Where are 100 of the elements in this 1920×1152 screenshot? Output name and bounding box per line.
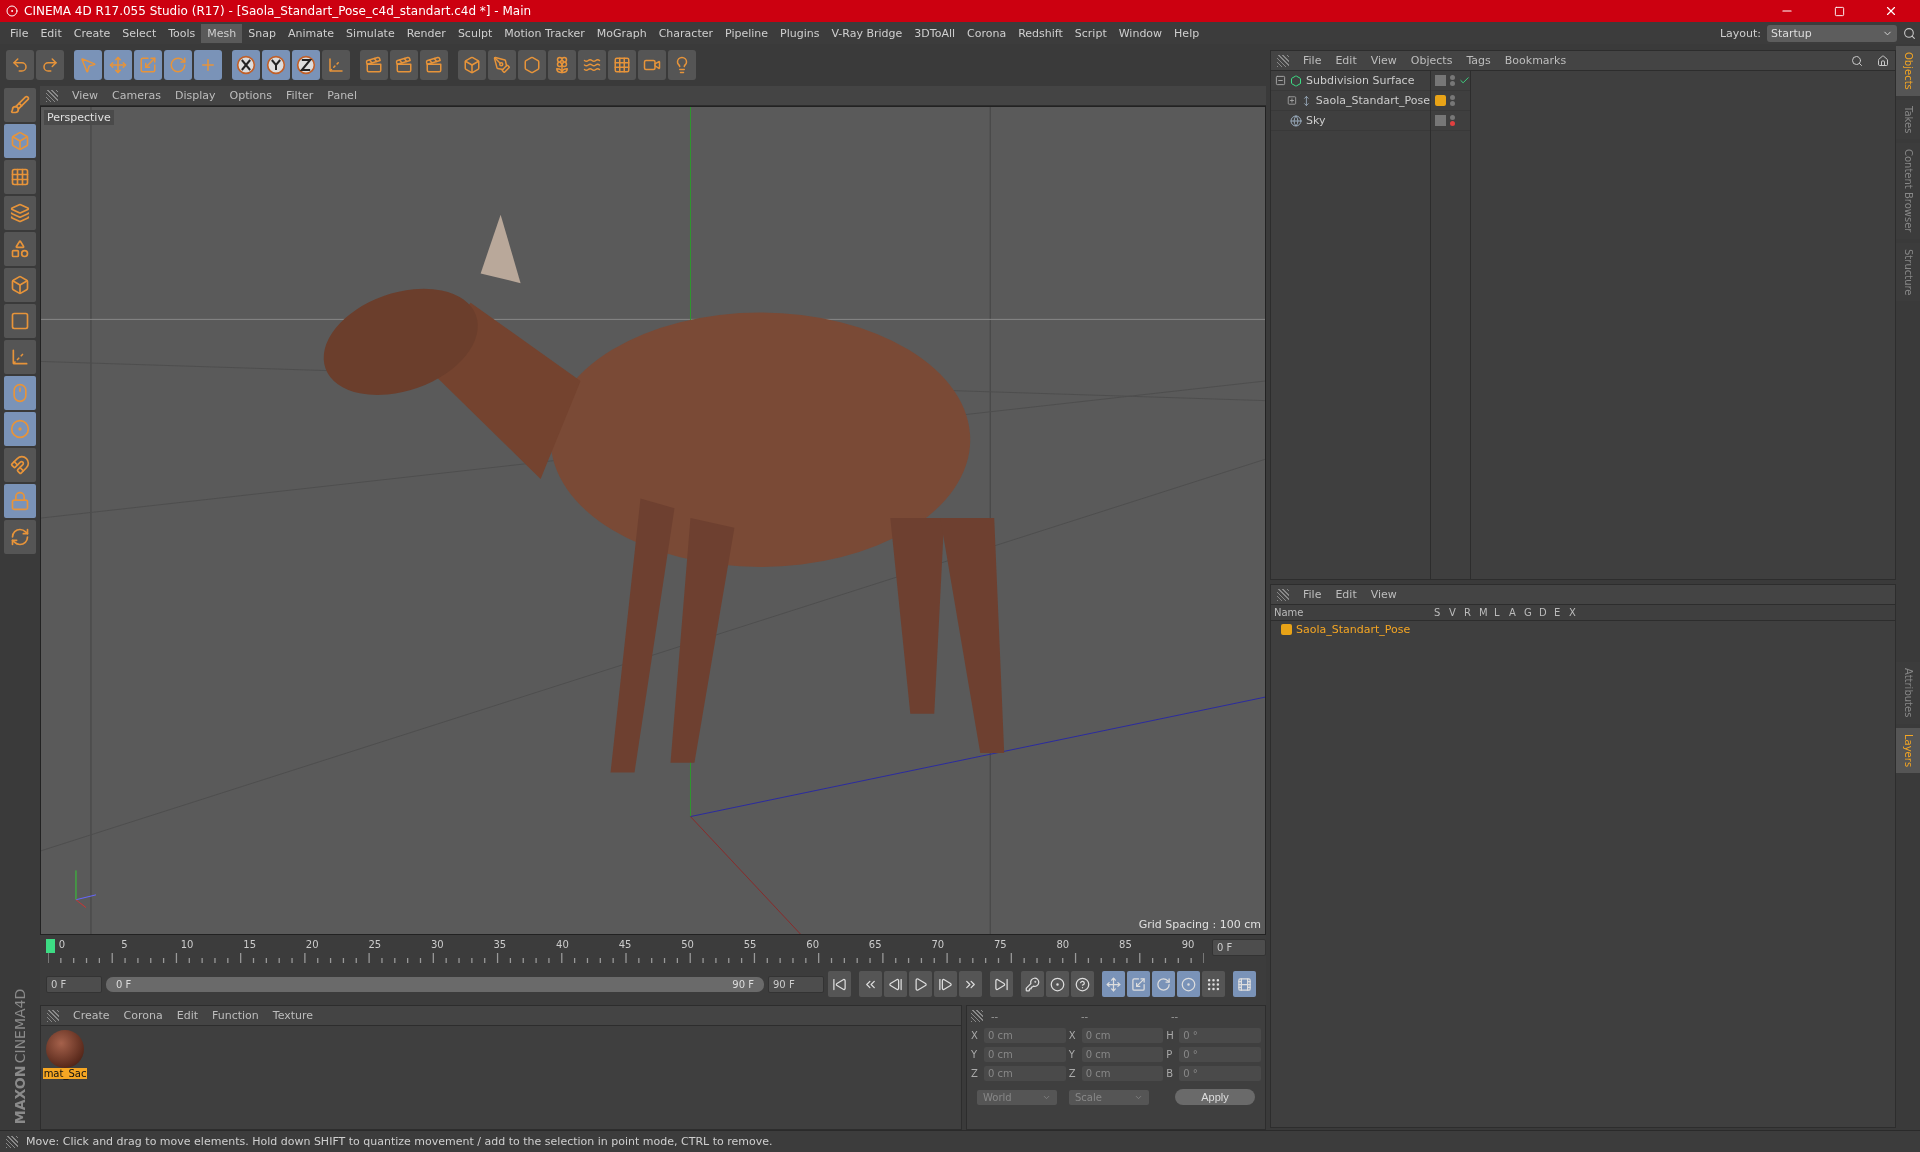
grip-icon[interactable]: [47, 1009, 59, 1022]
mode-button[interactable]: [4, 520, 36, 554]
render-dot[interactable]: [1450, 81, 1455, 86]
material-swatch[interactable]: [46, 1030, 84, 1068]
grip-icon[interactable]: [1277, 588, 1289, 601]
menu-item[interactable]: Pipeline: [719, 23, 775, 43]
grip-icon[interactable]: [971, 1010, 983, 1022]
column-header[interactable]: S: [1431, 607, 1446, 618]
menu-item[interactable]: MoGraph: [590, 23, 653, 43]
layer-menu-item[interactable]: Edit: [1335, 588, 1357, 601]
column-header[interactable]: M: [1476, 607, 1491, 618]
expand-icon[interactable]: [1287, 95, 1297, 106]
visibility-dot[interactable]: [1450, 95, 1455, 100]
visibility-dot[interactable]: [1450, 75, 1455, 80]
menu-item[interactable]: Create: [67, 23, 117, 43]
search-icon[interactable]: [1851, 54, 1863, 67]
playback-button[interactable]: [909, 971, 932, 997]
playback-button[interactable]: [1233, 971, 1256, 997]
menu-item[interactable]: Corona: [961, 23, 1013, 43]
collapse-icon[interactable]: [1275, 75, 1286, 86]
menu-item[interactable]: Redshift: [1012, 23, 1069, 43]
column-header[interactable]: V: [1446, 607, 1461, 618]
check-icon[interactable]: [1459, 75, 1470, 86]
object-menu-item[interactable]: Edit: [1335, 54, 1357, 67]
object-name[interactable]: Saola_Standart_Pose: [1315, 94, 1430, 107]
column-header[interactable]: G: [1521, 607, 1536, 618]
end-frame-field[interactable]: 90 F: [768, 975, 824, 993]
visibility-dot[interactable]: [1450, 115, 1455, 120]
toolbar-button[interactable]: [232, 50, 260, 80]
apply-button[interactable]: Apply: [1175, 1089, 1255, 1105]
grip-icon[interactable]: [46, 89, 58, 102]
viewport[interactable]: Perspective Grid Spacing : 100 cm: [40, 106, 1266, 935]
menu-item[interactable]: Script: [1068, 23, 1113, 43]
side-tab[interactable]: Objects: [1896, 46, 1920, 96]
object-menu-item[interactable]: View: [1370, 54, 1397, 67]
render-dot[interactable]: [1450, 121, 1455, 126]
menu-item[interactable]: Help: [1168, 23, 1206, 43]
menu-item[interactable]: Character: [652, 23, 719, 43]
layer-swatch[interactable]: [1435, 95, 1446, 106]
material-menu-item[interactable]: Texture: [272, 1009, 314, 1022]
object-menu-item[interactable]: Bookmarks: [1504, 54, 1567, 67]
material-menu-item[interactable]: Function: [212, 1009, 259, 1022]
layout-dropdown[interactable]: Startup: [1767, 24, 1897, 42]
material-name[interactable]: mat_Sac: [42, 1068, 88, 1079]
material-menu-item[interactable]: Edit: [176, 1009, 198, 1022]
playback-button[interactable]: [959, 971, 982, 997]
playback-button[interactable]: [1102, 971, 1125, 997]
start-frame-field[interactable]: 0 F: [46, 975, 102, 993]
object-menu-item[interactable]: File: [1303, 54, 1322, 67]
grip-icon[interactable]: [1277, 54, 1289, 67]
playback-button[interactable]: [1046, 971, 1069, 997]
column-header[interactable]: L: [1491, 607, 1506, 618]
object-menu-item[interactable]: Objects: [1410, 54, 1453, 67]
viewport-menu-item[interactable]: Display: [175, 89, 216, 102]
column-header[interactable]: D: [1536, 607, 1551, 618]
menu-item[interactable]: Render: [400, 23, 452, 43]
render-dot[interactable]: [1450, 101, 1455, 106]
viewport-menu-item[interactable]: Filter: [286, 89, 314, 102]
playback-button[interactable]: [1021, 971, 1044, 997]
timeline-ruler[interactable]: 0 5 10 15 20 25 30 35 40 45 50 55 60 65 70 75 80 85 90: [48, 939, 1204, 963]
mode-button[interactable]: [4, 448, 36, 482]
playback-button[interactable]: [884, 971, 907, 997]
column-header[interactable]: Name: [1271, 607, 1431, 618]
menu-item[interactable]: Simulate: [340, 23, 401, 43]
layer-name[interactable]: Saola_Standart_Pose: [1296, 622, 1411, 636]
playback-button[interactable]: [828, 971, 851, 997]
column-header[interactable]: E: [1551, 607, 1566, 618]
material-menu-item[interactable]: Create: [73, 1009, 110, 1022]
menu-item[interactable]: Plugins: [774, 23, 826, 43]
search-icon[interactable]: [1903, 26, 1916, 40]
viewport-menu-item[interactable]: Panel: [327, 89, 357, 102]
object-menu-item[interactable]: Tags: [1466, 54, 1491, 67]
playback-button[interactable]: [1071, 971, 1094, 997]
playback-button[interactable]: [1202, 971, 1225, 997]
layer-menu-item[interactable]: View: [1370, 588, 1397, 601]
mode-button[interactable]: [4, 88, 36, 122]
mode-button[interactable]: [4, 232, 36, 266]
menu-item[interactable]: Edit: [34, 23, 68, 43]
mode-button[interactable]: [4, 268, 36, 302]
menu-item[interactable]: V-Ray Bridge: [825, 23, 909, 43]
column-header[interactable]: X: [1566, 607, 1581, 618]
menu-item[interactable]: Snap: [242, 23, 282, 43]
playback-button[interactable]: [859, 971, 882, 997]
side-tab[interactable]: Layers: [1896, 727, 1920, 773]
menu-item[interactable]: File: [4, 23, 35, 43]
menu-item[interactable]: Motion Tracker: [498, 23, 591, 43]
viewport-menu-item[interactable]: Options: [229, 89, 272, 102]
playback-button[interactable]: [990, 971, 1013, 997]
menu-item[interactable]: Mesh: [201, 23, 243, 43]
toolbar-button[interactable]: [262, 50, 290, 80]
menu-item[interactable]: Animate: [282, 23, 341, 43]
menu-item[interactable]: Select: [116, 23, 163, 43]
mode-button[interactable]: [4, 340, 36, 374]
playback-button[interactable]: [1127, 971, 1150, 997]
range-slider[interactable]: 0 F 90 F: [106, 976, 764, 992]
playback-button[interactable]: [934, 971, 957, 997]
toolbar-button[interactable]: [292, 50, 320, 80]
menu-item[interactable]: Tools: [162, 23, 202, 43]
viewport-menu-item[interactable]: View: [72, 89, 99, 102]
object-name[interactable]: Subdivision Surface: [1306, 74, 1415, 87]
